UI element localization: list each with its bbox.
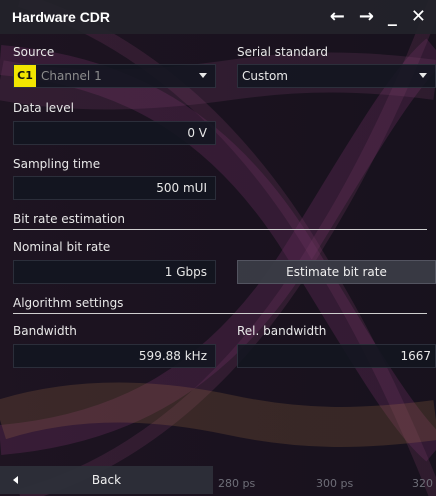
chevron-down-icon [199,73,207,78]
chevron-down-icon [419,73,427,78]
sampling-time-input[interactable]: 500 mUI [13,176,216,200]
back-arrow-icon[interactable]: ← [330,8,345,26]
serial-standard-dropdown[interactable]: Custom [237,64,436,88]
rel-bandwidth-input[interactable]: 1667 [237,344,436,368]
sampling-time-label: Sampling time [13,157,101,171]
minimize-icon[interactable]: _ [388,8,397,26]
window-controls: ← → _ ✕ [330,0,426,34]
bit-rate-estimation-section: Bit rate estimation [13,212,427,230]
rel-bandwidth-label: Rel. bandwidth [237,324,327,338]
channel-badge: C1 [14,65,36,87]
serial-standard-label: Serial standard [237,45,328,59]
bit-rate-estimation-heading: Bit rate estimation [13,212,125,226]
algorithm-settings-section: Algorithm settings [13,296,427,314]
axis-tick-label: 300 ps [316,477,354,490]
estimate-bit-rate-button[interactable]: Estimate bit rate [237,260,436,284]
dialog-title: Hardware CDR [12,9,111,25]
bandwidth-label: Bandwidth [13,324,77,338]
axis-tick-label: 280 ps [218,477,256,490]
dialog-title-bar: Hardware CDR ← → _ ✕ [0,0,436,34]
close-icon[interactable]: ✕ [411,8,426,26]
source-label: Source [13,45,55,59]
channel-name: Channel 1 [41,69,102,83]
axis-tick-label: 320 [412,477,433,490]
nominal-bit-rate-label: Nominal bit rate [13,240,111,254]
algorithm-settings-heading: Algorithm settings [13,296,124,310]
section-divider [13,229,427,230]
forward-arrow-icon[interactable]: → [359,8,374,26]
data-level-input[interactable]: 0 V [13,121,216,145]
section-divider [13,313,427,314]
back-button-label: Back [91,473,122,487]
data-level-label: Data level [13,101,75,115]
nominal-bit-rate-input[interactable]: 1 Gbps [13,260,216,284]
back-button[interactable]: Back [0,466,213,494]
serial-standard-value: Custom [242,69,288,83]
source-dropdown[interactable]: C1 Channel 1 [13,64,216,88]
bandwidth-input[interactable]: 599.88 kHz [13,344,216,368]
